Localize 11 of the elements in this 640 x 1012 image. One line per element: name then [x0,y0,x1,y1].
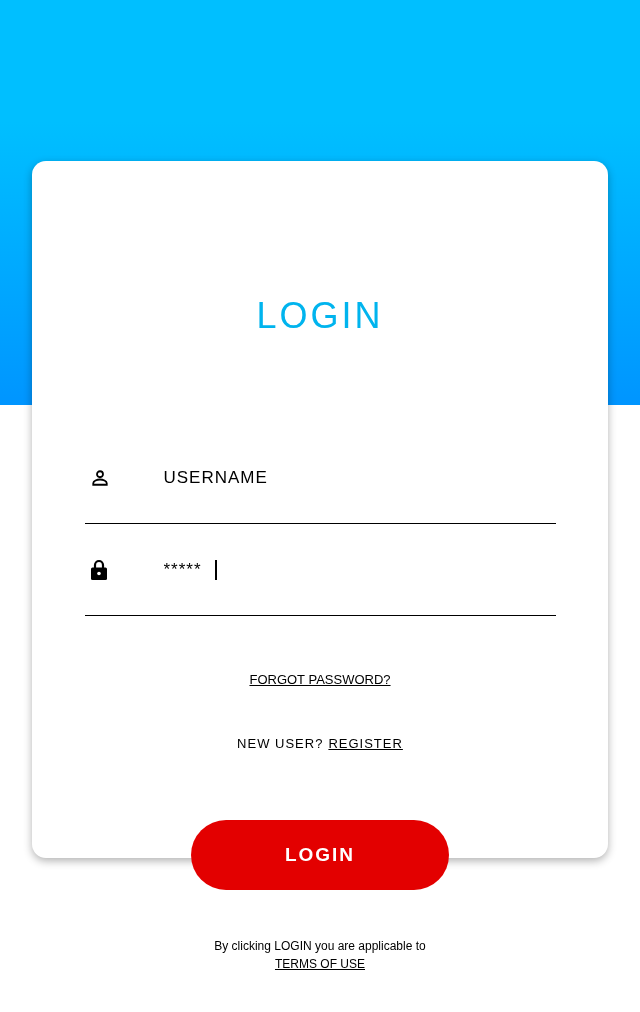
username-field[interactable]: USERNAME [163,464,464,491]
register-prompt: NEW USER? [237,734,324,753]
forgot-password-link[interactable]: FORGOT PASSWORD? [249,670,391,690]
password-field[interactable]: ***** [163,556,215,583]
card-title: LOGIN [256,294,384,338]
user-icon [90,468,109,487]
login-button[interactable]: LOGIN [191,820,449,890]
lock-icon [90,559,107,580]
register-link[interactable]: REGISTER [328,733,403,753]
terms-text: By clicking LOGIN you are applicable to [214,938,426,955]
terms-of-use-link[interactable]: TERMS OF USE [275,955,365,973]
